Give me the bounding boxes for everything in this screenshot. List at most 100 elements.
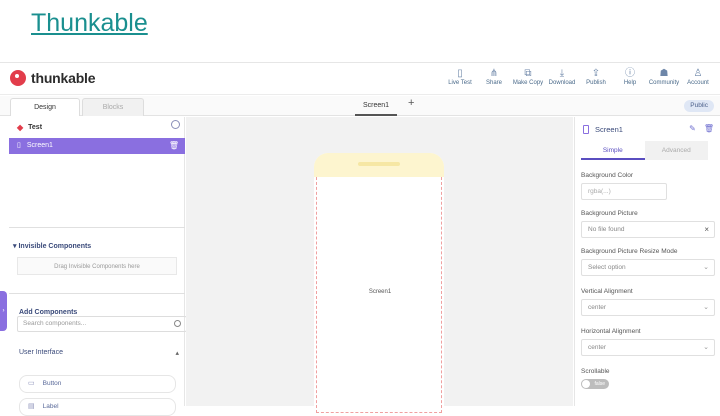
section-label: Invisible Components (18, 243, 92, 250)
vertical-alignment-select[interactable]: center ⌄ (581, 299, 715, 316)
vertical-alignment-label: Vertical Alignment (581, 288, 633, 295)
resize-mode-value: Select option (588, 264, 626, 271)
component-button[interactable]: ▭ Button (19, 375, 176, 393)
project-row[interactable]: ◆ Test (9, 121, 185, 135)
section-label: User Interface (19, 349, 63, 356)
top-bar: thunkable ▯ Live Test ⋔ Share ⧉ Make Copy ⤓… (0, 63, 720, 95)
toolbar: ▯ Live Test ⋔ Share ⧉ Make Copy ⤓ Download ⇪… (444, 67, 714, 86)
toolbar-label: Help (623, 80, 637, 86)
toolbar-label: Account (687, 80, 709, 86)
phone-icon (583, 125, 589, 134)
chevron-down-icon: ⌄ (703, 304, 709, 311)
thunkable-link[interactable]: Thunkable (31, 9, 148, 38)
divider (9, 293, 185, 294)
phone-screen[interactable]: Screen1 (316, 177, 442, 413)
label-icon: ▤ (28, 403, 35, 410)
bg-picture-field[interactable]: No file found × (581, 221, 715, 238)
toolbar-make-copy[interactable]: ⧉ Make Copy (512, 67, 544, 86)
horizontal-alignment-label: Horizontal Alignment (581, 328, 641, 335)
clear-icon[interactable]: × (704, 222, 709, 237)
phone-icon: ▯ (17, 142, 21, 149)
logo[interactable]: thunkable (10, 70, 96, 86)
share-icon: ⋔ (489, 68, 499, 79)
design-canvas: Screen1 (186, 117, 573, 413)
chevron-down-icon: ⌄ (703, 344, 709, 351)
phone-preview: Screen1 (314, 153, 444, 413)
tab-screen1[interactable]: Screen1 (355, 96, 397, 116)
tab-design[interactable]: Design (10, 98, 80, 116)
community-icon: ☗ (659, 68, 669, 79)
horizontal-alignment-select[interactable]: center ⌄ (581, 339, 715, 356)
toolbar-label: Share (485, 80, 502, 86)
properties-panel: Screen1 ✎ 🗑 Simple Advanced Background C… (574, 117, 720, 406)
help-icon: ⓘ (625, 68, 635, 79)
component-label: Button (42, 380, 62, 387)
bg-picture-value: No file found (588, 226, 625, 233)
resize-mode-select[interactable]: Select option ⌄ (581, 259, 715, 276)
toolbar-label: Make Copy (512, 80, 544, 86)
add-components-header: Add Components (19, 309, 78, 316)
caret-up-icon: ▴ (175, 350, 179, 357)
scrollable-toggle[interactable]: false (581, 379, 609, 389)
toggle-state: false (594, 381, 605, 387)
component-label: Label (42, 403, 59, 410)
divider (9, 227, 185, 228)
toolbar-help[interactable]: ⓘ Help (614, 67, 646, 86)
toolbar-label: Publish (586, 80, 606, 86)
vertical-alignment-value: center (588, 304, 607, 311)
tab-simple[interactable]: Simple (581, 141, 645, 160)
component-search-input[interactable]: Search components... (17, 316, 187, 332)
search-icon (174, 320, 181, 327)
app-window: thunkable ▯ Live Test ⋔ Share ⧉ Make Copy ⤓… (0, 62, 720, 416)
resize-mode-label: Background Picture Resize Mode (581, 248, 678, 255)
copy-icon: ⧉ (524, 68, 532, 79)
component-label[interactable]: ▤ Label (19, 398, 176, 416)
properties-header: Screen1 (583, 125, 623, 134)
brand-name: thunkable (31, 70, 96, 86)
bg-color-picker[interactable]: rgba(...) (581, 183, 667, 200)
account-icon: ♙ (693, 68, 703, 79)
user-interface-header[interactable]: User Interface ▴ (19, 349, 179, 357)
screen-item-label: Screen1 (26, 142, 53, 149)
bg-color-label: Background Color (581, 172, 634, 179)
components-panel: ◆ Test ▯ Screen1 🗑 ▾ Invisible Component… (9, 117, 187, 416)
project-name: Test (28, 124, 43, 131)
download-icon: ⤓ (559, 68, 565, 79)
public-badge[interactable]: Public (684, 100, 714, 112)
publish-icon: ⇪ (591, 68, 601, 79)
add-screen-icon[interactable]: + (408, 97, 414, 109)
tab-advanced[interactable]: Advanced (644, 141, 708, 160)
phone-header (314, 153, 444, 177)
toolbar-share[interactable]: ⋔ Share (478, 67, 510, 86)
gear-icon[interactable] (171, 120, 180, 129)
toolbar-publish[interactable]: ⇪ Publish (580, 67, 612, 86)
screen-tree-item[interactable]: ▯ Screen1 🗑 (9, 138, 185, 154)
toolbar-account[interactable]: ♙ Account (682, 67, 714, 86)
bg-picture-label: Background Picture (581, 210, 638, 217)
toolbar-label: Community (648, 80, 680, 86)
sub-bar: Design Blocks Screen1 + Public (0, 96, 720, 116)
properties-actions: ✎ 🗑 (689, 124, 714, 133)
toolbar-live-test[interactable]: ▯ Live Test (444, 67, 476, 86)
properties-title: Screen1 (595, 125, 623, 134)
button-icon: ▭ (28, 380, 35, 387)
live-test-icon: ▯ (457, 68, 463, 79)
tab-blocks[interactable]: Blocks (82, 98, 144, 116)
thunkable-logo-icon (10, 70, 26, 86)
project-icon: ◆ (17, 123, 24, 132)
toolbar-label: Live Test (448, 80, 472, 86)
invisible-components-header[interactable]: ▾ Invisible Components (13, 242, 91, 250)
properties-tabs: Simple Advanced (581, 141, 708, 160)
trash-icon[interactable]: 🗑 (169, 138, 179, 154)
scrollable-label: Scrollable (581, 368, 610, 375)
horizontal-alignment-value: center (588, 344, 607, 351)
toolbar-download[interactable]: ⤓ Download (546, 67, 578, 86)
collapse-handle[interactable]: › (0, 291, 7, 331)
invisible-drop-zone[interactable]: Drag Invisible Components here (17, 257, 177, 275)
edit-icon[interactable]: ✎ (689, 124, 696, 133)
toolbar-community[interactable]: ☗ Community (648, 67, 680, 86)
trash-icon[interactable]: 🗑 (704, 124, 714, 133)
toolbar-label: Download (548, 80, 576, 86)
chevron-down-icon: ⌄ (703, 264, 709, 271)
screen-name-label: Screen1 (368, 289, 392, 295)
